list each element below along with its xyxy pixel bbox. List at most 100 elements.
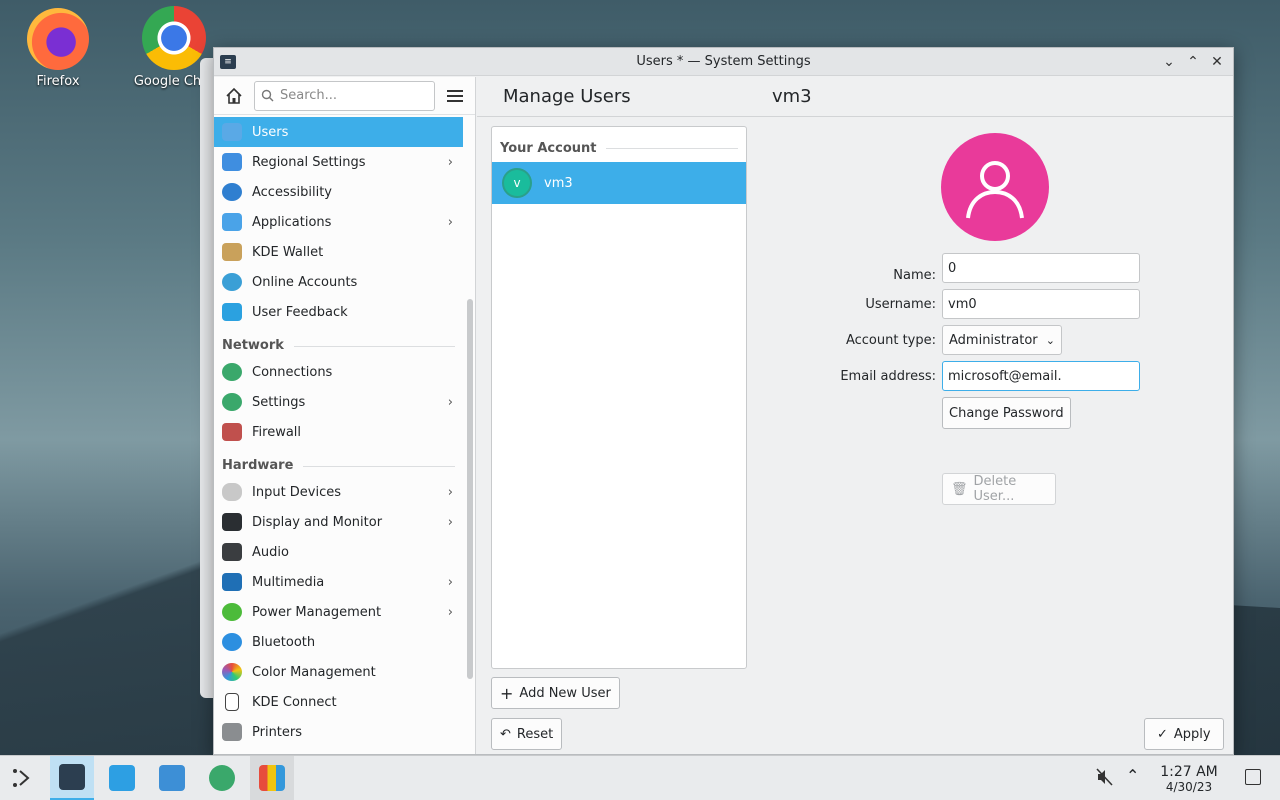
title-bar[interactable]: ≡ Users * — System Settings ⌄ ⌃ ✕: [214, 48, 1233, 76]
hamburger-menu-button[interactable]: [443, 89, 467, 102]
sidebar-item-firewall[interactable]: Firewall: [214, 417, 463, 447]
sidebar: Search... Users Regional Settings › Acce…: [214, 77, 476, 754]
desktop-icon-label: Firefox: [36, 74, 80, 89]
mouse-icon: [222, 483, 242, 501]
close-button[interactable]: ✕: [1207, 52, 1227, 72]
sidebar-item-kde-connect[interactable]: KDE Connect: [214, 687, 463, 717]
users-icon: [222, 123, 242, 141]
app-icon: [259, 765, 285, 791]
sidebar-item-input-devices[interactable]: Input Devices ›: [214, 477, 463, 507]
sidebar-item-multimedia[interactable]: Multimedia ›: [214, 567, 463, 597]
sidebar-item-label: Audio: [252, 544, 289, 560]
sidebar-item-kde-wallet[interactable]: KDE Wallet: [214, 237, 463, 267]
account-type-select[interactable]: Administrator ⌄: [942, 325, 1062, 355]
reset-button[interactable]: ↶ Reset: [491, 718, 563, 750]
accessibility-icon: [222, 183, 242, 201]
sidebar-item-audio[interactable]: Audio: [214, 537, 463, 567]
multimedia-icon: [222, 573, 242, 591]
speaker-icon: [222, 543, 242, 561]
name-field[interactable]: 0: [942, 253, 1140, 283]
chevron-down-icon: ⌄: [1045, 333, 1055, 347]
online-accounts-icon: [222, 273, 242, 291]
sidebar-item-bluetooth[interactable]: Bluetooth: [214, 627, 463, 657]
sidebar-item-regional-settings[interactable]: Regional Settings ›: [214, 147, 463, 177]
show-desktop-icon[interactable]: [1245, 769, 1261, 785]
firewall-icon: [222, 423, 242, 441]
sidebar-item-label: KDE Wallet: [252, 244, 324, 260]
home-button[interactable]: [222, 84, 246, 108]
clock-date: 4/30/23: [1165, 780, 1213, 794]
email-field[interactable]: microsoft@email.: [942, 361, 1140, 391]
chevron-up-icon[interactable]: ⌃: [1126, 766, 1139, 785]
sidebar-item-printers[interactable]: Printers: [214, 717, 463, 747]
globe-icon: [209, 765, 235, 791]
user-list-item[interactable]: v vm3: [492, 162, 746, 204]
taskbar-system-settings[interactable]: [50, 756, 94, 800]
kde-wallet-icon: [222, 243, 242, 261]
taskbar-discover[interactable]: [100, 756, 144, 800]
chevron-right-icon: ›: [447, 574, 453, 590]
change-password-button[interactable]: Change Password: [942, 397, 1071, 429]
selected-user-title: vm3: [772, 86, 812, 107]
regional-settings-icon: [222, 153, 242, 171]
firefox-icon: [27, 8, 89, 70]
sidebar-item-network-settings[interactable]: Settings ›: [214, 387, 463, 417]
sidebar-item-applications[interactable]: Applications ›: [214, 207, 463, 237]
sidebar-item-user-feedback[interactable]: User Feedback: [214, 297, 463, 327]
search-placeholder: Search...: [280, 88, 338, 103]
app-launcher-button[interactable]: [0, 756, 44, 800]
maximize-button[interactable]: ⌃: [1183, 52, 1203, 72]
taskbar-file-manager[interactable]: [150, 756, 194, 800]
sidebar-item-label: Regional Settings: [252, 154, 366, 170]
delete-user-button[interactable]: 🗑 Delete User...: [942, 473, 1056, 505]
sidebar-item-label: Applications: [252, 214, 332, 230]
taskbar-browser[interactable]: [200, 756, 244, 800]
sidebar-item-label: Connections: [252, 364, 333, 380]
sidebar-item-label: Settings: [252, 394, 306, 410]
search-input[interactable]: Search...: [254, 80, 435, 111]
volume-muted-icon[interactable]: [1096, 768, 1114, 790]
sidebar-item-power-management[interactable]: Power Management ›: [214, 597, 463, 627]
clock[interactable]: 1:27 AM 4/30/23: [1152, 764, 1226, 794]
apply-button[interactable]: ✓ Apply: [1144, 718, 1224, 750]
user-name: vm3: [544, 175, 573, 191]
bluetooth-icon: [222, 633, 242, 651]
sidebar-item-accessibility[interactable]: Accessibility: [214, 177, 463, 207]
email-label: Email address:: [840, 368, 936, 384]
user-silhouette-icon: [966, 161, 1024, 219]
sidebar-item-connections[interactable]: Connections: [214, 357, 463, 387]
clock-time: 1:27 AM: [1160, 764, 1218, 780]
settings-app-icon: ≡: [220, 54, 236, 69]
sidebar-item-label: Input Devices: [252, 484, 342, 500]
search-icon: [261, 89, 274, 102]
home-icon: [226, 87, 242, 104]
power-icon: [222, 603, 242, 621]
content-header: Manage Users vm3: [477, 77, 1233, 117]
sidebar-item-label: KDE Connect: [252, 694, 337, 710]
sidebar-item-label: Online Accounts: [252, 274, 358, 290]
minimize-button[interactable]: ⌄: [1159, 52, 1179, 72]
user-avatar-large[interactable]: [941, 133, 1049, 241]
taskbar-app[interactable]: [250, 756, 294, 800]
sidebar-item-label: User Feedback: [252, 304, 348, 320]
username-field[interactable]: vm0: [942, 289, 1140, 319]
sidebar-item-label: Printers: [252, 724, 303, 740]
sidebar-item-color-management[interactable]: Color Management: [214, 657, 463, 687]
undo-icon: ↶: [500, 726, 511, 742]
user-avatar: v: [502, 168, 532, 198]
chevron-right-icon: ›: [447, 154, 453, 170]
sidebar-item-users[interactable]: Users: [214, 117, 463, 147]
desktop-icon-firefox[interactable]: Firefox: [8, 8, 108, 89]
sidebar-scrollbar[interactable]: [467, 299, 473, 679]
system-settings-window: ≡ Users * — System Settings ⌄ ⌃ ✕ Search…: [213, 47, 1234, 755]
add-new-user-button[interactable]: + Add New User: [491, 677, 620, 709]
chevron-right-icon: ›: [447, 214, 453, 230]
globe-icon: [222, 363, 242, 381]
section-header-network: Network: [214, 327, 463, 357]
sidebar-item-online-accounts[interactable]: Online Accounts: [214, 267, 463, 297]
chevron-right-icon: ›: [447, 604, 453, 620]
sidebar-item-label: Bluetooth: [252, 634, 316, 650]
sidebar-item-display-monitor[interactable]: Display and Monitor ›: [214, 507, 463, 537]
user-list: Your Account v vm3: [491, 126, 747, 669]
checkmark-icon: ✓: [1157, 726, 1168, 742]
